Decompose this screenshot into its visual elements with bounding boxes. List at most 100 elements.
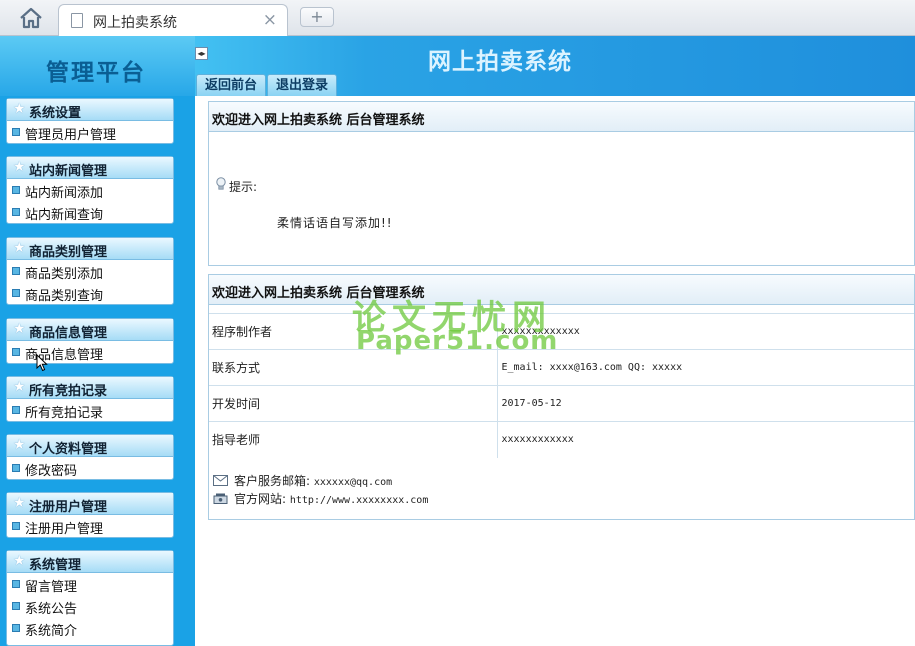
square-bullet-icon <box>12 289 20 297</box>
sidebar-item-admin-users[interactable]: 管理员用户管理 <box>7 121 173 143</box>
tab-title: 网上拍卖系统 <box>93 15 177 31</box>
table-row: 联系方式 E_mail: xxxx@163.com QQ: xxxxx <box>209 349 914 386</box>
sidebar-item-label: 修改密码 <box>25 464 78 479</box>
email-value[interactable]: xxxxxx@qq.com <box>314 477 392 488</box>
info-value: 2017-05-12 <box>497 385 914 422</box>
sidebar-item-news-query[interactable]: 站内新闻查询 <box>7 201 173 223</box>
sidebar-item-category-query[interactable]: 商品类别查询 <box>7 282 173 304</box>
sidebar-item-messages[interactable]: 留言管理 <box>7 573 173 595</box>
star-icon: ★ <box>13 321 26 337</box>
table-row: 开发时间 2017-05-12 <box>209 385 914 422</box>
panel-header: 欢迎进入网上拍卖系统 后台管理系统 <box>209 275 914 305</box>
sidebar-item-registered-users[interactable]: 注册用户管理 <box>7 515 173 537</box>
sidebar-group-system-settings: ★ 系统设置 管理员用户管理 <box>6 98 174 144</box>
sidebar-group-header[interactable]: ★ 系统设置 <box>7 99 173 121</box>
info-key: 指导老师 <box>209 421 498 458</box>
sidebar-item-system-intro[interactable]: 系统简介 <box>7 617 173 639</box>
new-tab-button[interactable]: + <box>300 7 334 27</box>
info-value: xxxxxxxxxxxxx <box>497 313 914 350</box>
sidebar-group-title: 注册用户管理 <box>29 500 108 515</box>
info-key: 程序制作者 <box>209 313 498 350</box>
platform-title: 管理平台 <box>46 59 146 86</box>
info-table: 程序制作者 xxxxxxxxxxxxx 联系方式 E_mail: xxxx@16… <box>209 313 914 458</box>
sidebar-item-news-add[interactable]: 站内新闻添加 <box>7 179 173 201</box>
sidebar-item-label: 商品类别查询 <box>25 289 104 304</box>
sidebar-group-title: 商品类别管理 <box>29 245 108 260</box>
square-bullet-icon <box>12 624 20 632</box>
square-bullet-icon <box>12 186 20 194</box>
platform-banner: 管理平台 <box>0 36 195 96</box>
table-row: 指导老师 xxxxxxxxxxxx <box>209 421 914 458</box>
panel-header: 欢迎进入网上拍卖系统 后台管理系统 <box>209 102 914 132</box>
sidebar-group-title: 个人资料管理 <box>29 442 108 457</box>
sidebar-group-profile: ★ 个人资料管理 修改密码 <box>6 434 174 480</box>
contact-website: 官方网站: http://www.xxxxxxxx.com <box>213 490 428 507</box>
star-icon: ★ <box>13 553 26 569</box>
star-icon: ★ <box>13 159 26 175</box>
sidebar-group-goods: ★ 商品信息管理 商品信息管理 <box>6 318 174 364</box>
star-icon: ★ <box>13 437 26 453</box>
sidebar-item-label: 所有竞拍记录 <box>25 406 104 421</box>
website-label: 官方网站: <box>234 492 287 506</box>
info-key: 联系方式 <box>209 349 498 386</box>
square-bullet-icon <box>12 128 20 136</box>
sidebar-item-label: 系统简介 <box>25 624 78 639</box>
welcome-panel: 欢迎进入网上拍卖系统 后台管理系统 提示: 柔情话语自写添加!! <box>208 101 915 266</box>
mail-icon <box>213 475 228 486</box>
info-value: xxxxxxxxxxxx <box>497 421 914 458</box>
sidebar: ★ 系统设置 管理员用户管理 ★ 站内新闻管理 站内新闻添加 站内新闻查询 ★ … <box>0 96 195 646</box>
sidebar-item-label: 站内新闻查询 <box>25 208 104 223</box>
sidebar-item-label: 注册用户管理 <box>25 522 104 537</box>
square-bullet-icon <box>12 522 20 530</box>
sidebar-group-header[interactable]: ★ 站内新闻管理 <box>7 157 173 179</box>
info-panel: 欢迎进入网上拍卖系统 后台管理系统 程序制作者 xxxxxxxxxxxxx 联系… <box>208 274 915 520</box>
main-content: 欢迎进入网上拍卖系统 后台管理系统 提示: 柔情话语自写添加!! 欢迎进入网上拍… <box>195 96 915 646</box>
close-icon[interactable]: × <box>263 10 277 30</box>
square-bullet-icon <box>12 464 20 472</box>
table-row: 程序制作者 xxxxxxxxxxxxx <box>209 313 914 350</box>
email-label: 客户服务邮箱: <box>234 474 311 488</box>
sidebar-toggle-icon[interactable]: ◂▸ <box>195 47 208 60</box>
sidebar-item-label: 系统公告 <box>25 602 78 617</box>
contact-email: 客户服务邮箱: xxxxxx@qq.com <box>213 472 392 489</box>
sidebar-group-title: 系统管理 <box>29 558 82 573</box>
phone-icon <box>213 493 228 504</box>
website-link[interactable]: http://www.xxxxxxxx.com <box>290 495 428 506</box>
sidebar-group-news: ★ 站内新闻管理 站内新闻添加 站内新闻查询 <box>6 156 174 224</box>
sidebar-group-header[interactable]: ★ 所有竞拍记录 <box>7 377 173 399</box>
sidebar-item-label: 站内新闻添加 <box>25 186 104 201</box>
sidebar-group-header[interactable]: ★ 商品信息管理 <box>7 319 173 341</box>
sidebar-item-category-add[interactable]: 商品类别添加 <box>7 260 173 282</box>
sidebar-group-header[interactable]: ★ 商品类别管理 <box>7 238 173 260</box>
home-icon[interactable] <box>18 6 44 30</box>
app-header: 管理平台 网上拍卖系统 ◂▸ 返回前台 退出登录 <box>0 36 915 96</box>
sidebar-group-header[interactable]: ★ 系统管理 <box>7 551 173 573</box>
square-bullet-icon <box>12 208 20 216</box>
mouse-cursor-icon <box>36 354 48 372</box>
sidebar-group-bids: ★ 所有竞拍记录 所有竞拍记录 <box>6 376 174 422</box>
sidebar-group-title: 商品信息管理 <box>29 326 108 341</box>
sidebar-item-goods-manage[interactable]: 商品信息管理 <box>7 341 173 363</box>
sidebar-group-title: 系统设置 <box>29 106 82 121</box>
info-key: 开发时间 <box>209 385 498 422</box>
square-bullet-icon <box>12 348 20 356</box>
back-to-frontend-button[interactable]: 返回前台 <box>196 74 267 96</box>
logout-button[interactable]: 退出登录 <box>267 74 338 96</box>
sidebar-item-all-bids[interactable]: 所有竞拍记录 <box>7 399 173 421</box>
tip-label: 提示: <box>229 180 258 194</box>
lightbulb-icon <box>216 177 226 190</box>
sidebar-item-change-password[interactable]: 修改密码 <box>7 457 173 479</box>
sidebar-group-header[interactable]: ★ 个人资料管理 <box>7 435 173 457</box>
sidebar-group-registered-users: ★ 注册用户管理 注册用户管理 <box>6 492 174 538</box>
sidebar-item-announcements[interactable]: 系统公告 <box>7 595 173 617</box>
sidebar-group-title: 所有竞拍记录 <box>29 384 108 399</box>
browser-toolbar: 网上拍卖系统 × + <box>0 0 915 36</box>
document-icon <box>71 13 83 28</box>
browser-tab[interactable]: 网上拍卖系统 × <box>58 4 288 36</box>
sidebar-group-category: ★ 商品类别管理 商品类别添加 商品类别查询 <box>6 237 174 305</box>
sidebar-group-system-manage: ★ 系统管理 留言管理 系统公告 系统简介 <box>6 550 174 646</box>
square-bullet-icon <box>12 580 20 588</box>
sidebar-group-header[interactable]: ★ 注册用户管理 <box>7 493 173 515</box>
info-value: E_mail: xxxx@163.com QQ: xxxxx <box>497 349 914 386</box>
square-bullet-icon <box>12 267 20 275</box>
